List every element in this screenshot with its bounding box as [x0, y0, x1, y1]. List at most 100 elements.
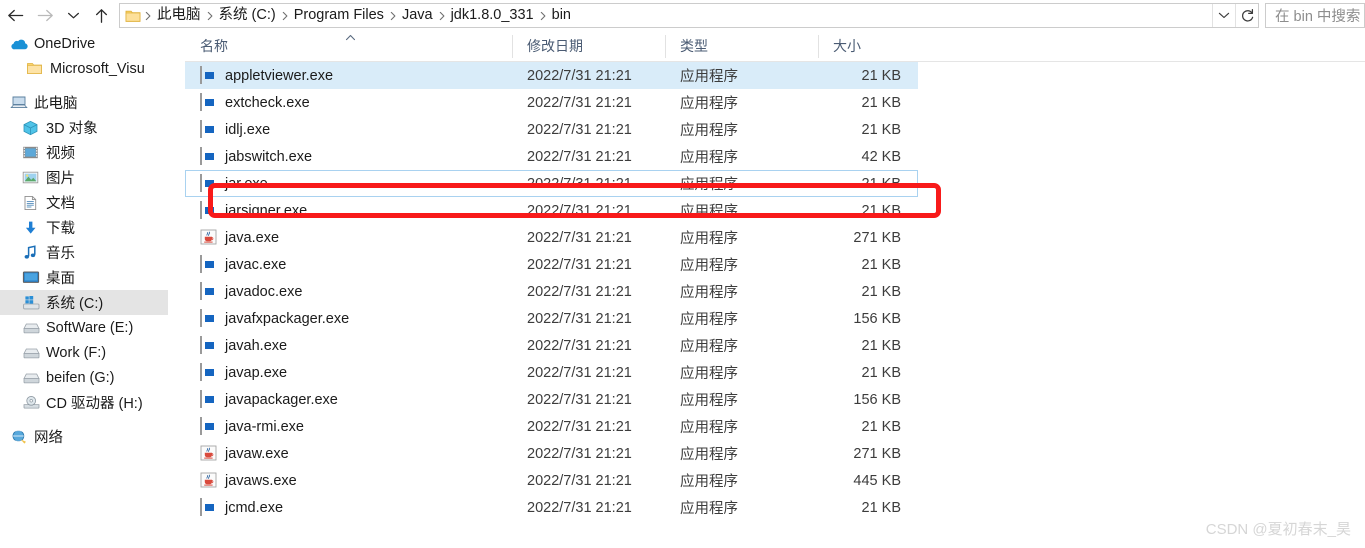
sidebar-item-onedrive[interactable]: OneDrive: [0, 31, 168, 56]
file-name-cell: javafxpackager.exe: [185, 309, 512, 327]
file-size-cell: 21 KB: [861, 175, 902, 192]
file-date-cell: 2022/7/31 21:21: [527, 391, 632, 408]
sidebar-item-label: 下载: [46, 221, 75, 237]
sidebar-item-documents[interactable]: 文档: [0, 190, 168, 215]
file-row[interactable]: javah.exe 2022/7/31 21:21 应用程序 21 KB: [185, 332, 918, 359]
file-name-cell: extcheck.exe: [185, 93, 512, 111]
breadcrumb-item-3[interactable]: Java: [398, 4, 437, 27]
cd-drive-icon: [22, 393, 44, 413]
documents-icon: [22, 193, 44, 213]
sidebar-item-videos[interactable]: 视频: [0, 140, 168, 165]
sidebar-item-cd-drive-h[interactable]: CD 驱动器 (H:): [0, 390, 168, 415]
sidebar-item-beifen-g[interactable]: beifen (G:): [0, 365, 168, 390]
file-type-cell: 应用程序: [680, 177, 738, 193]
file-date-cell: 2022/7/31 21:21: [527, 364, 632, 381]
file-row[interactable]: jabswitch.exe 2022/7/31 21:21 应用程序 42 KB: [185, 143, 918, 170]
file-row[interactable]: idlj.exe 2022/7/31 21:21 应用程序 21 KB: [185, 116, 918, 143]
file-size-cell: 21 KB: [861, 256, 902, 273]
sidebar-item-desktop[interactable]: 桌面: [0, 265, 168, 290]
file-row[interactable]: appletviewer.exe 2022/7/31 21:21 应用程序 21 KB: [185, 62, 918, 89]
sidebar-item-label: CD 驱动器 (H:): [46, 396, 143, 412]
file-row[interactable]: javap.exe 2022/7/31 21:21 应用程序 21 KB: [185, 359, 918, 386]
file-row[interactable]: extcheck.exe 2022/7/31 21:21 应用程序 21 KB: [185, 89, 918, 116]
file-row[interactable]: javaw.exe 2022/7/31 21:21 应用程序 271 KB: [185, 440, 918, 467]
java-icon: [200, 445, 217, 462]
column-header-name[interactable]: 名称: [185, 31, 512, 62]
column-header-label: 大小: [833, 38, 861, 54]
column-header-label: 类型: [680, 38, 708, 54]
breadcrumb-item-2[interactable]: Program Files: [290, 4, 388, 27]
drive-icon: [22, 343, 44, 363]
java-icon: [200, 229, 217, 246]
folder-icon: [123, 9, 143, 23]
file-name-cell: appletviewer.exe: [185, 66, 512, 84]
refresh-button[interactable]: [1236, 4, 1258, 27]
file-name-label: javafxpackager.exe: [225, 310, 350, 327]
address-dropdown-button[interactable]: [1213, 4, 1235, 27]
sidebar-item-microsoft-visual[interactable]: Microsoft_Visu: [0, 56, 168, 81]
ascending-sort-icon: [345, 33, 356, 44]
file-name-label: java-rmi.exe: [225, 418, 304, 435]
sidebar-item-software-e[interactable]: SoftWare (E:): [0, 315, 168, 340]
file-name-cell: jabswitch.exe: [185, 147, 512, 165]
file-date-cell: 2022/7/31 21:21: [527, 175, 632, 192]
file-type-cell: 应用程序: [680, 474, 738, 490]
file-name-label: javah.exe: [225, 337, 288, 354]
file-name-cell: idlj.exe: [185, 120, 512, 138]
address-bar[interactable]: 此电脑 系统 (C:) Program Files Java jdk1.8.0_…: [119, 3, 1259, 28]
file-name-cell: javaws.exe: [185, 472, 512, 489]
file-name-label: idlj.exe: [225, 121, 271, 138]
file-row[interactable]: jcmd.exe 2022/7/31 21:21 应用程序 21 KB: [185, 494, 918, 521]
sidebar-item-label: 桌面: [46, 271, 75, 287]
sidebar-item-this-pc[interactable]: 此电脑: [0, 90, 168, 115]
sidebar-item-label: Work (F:): [46, 344, 107, 361]
breadcrumb-item-5[interactable]: bin: [548, 4, 575, 27]
file-row[interactable]: jar.exe 2022/7/31 21:21 应用程序 21 KB: [185, 170, 918, 197]
file-date-cell: 2022/7/31 21:21: [527, 418, 632, 435]
file-size-cell: 156 KB: [853, 391, 901, 408]
sidebar-item-music[interactable]: 音乐: [0, 240, 168, 265]
file-type-cell: 应用程序: [680, 393, 738, 409]
sidebar-item-pictures[interactable]: 图片: [0, 165, 168, 190]
file-row[interactable]: java.exe 2022/7/31 21:21 应用程序 271 KB: [185, 224, 918, 251]
sidebar-item-downloads[interactable]: 下载: [0, 215, 168, 240]
file-size-cell: 21 KB: [861, 499, 902, 516]
sidebar-item-network[interactable]: 网络: [0, 424, 168, 449]
column-header-label: 修改日期: [527, 38, 583, 54]
file-name-cell: jar.exe: [185, 174, 512, 192]
recent-locations-button[interactable]: [60, 2, 86, 30]
column-header-row: 名称 修改日期 类型 大小: [185, 31, 1365, 62]
search-input[interactable]: 在 bin 中搜索: [1265, 3, 1365, 28]
file-row[interactable]: javafxpackager.exe 2022/7/31 21:21 应用程序 156…: [185, 305, 918, 332]
column-header-type[interactable]: 类型: [665, 31, 818, 62]
breadcrumb-item-4[interactable]: jdk1.8.0_331: [447, 4, 538, 27]
file-size-cell: 271 KB: [853, 445, 901, 462]
file-row[interactable]: javac.exe 2022/7/31 21:21 应用程序 21 KB: [185, 251, 918, 278]
forward-button[interactable]: [30, 2, 60, 30]
sidebar-item-3d-objects[interactable]: 3D 对象: [0, 115, 168, 140]
sidebar-item-work-f[interactable]: Work (F:): [0, 340, 168, 365]
file-row[interactable]: java-rmi.exe 2022/7/31 21:21 应用程序 21 KB: [185, 413, 918, 440]
file-row[interactable]: javaws.exe 2022/7/31 21:21 应用程序 445 KB: [185, 467, 918, 494]
up-button[interactable]: [86, 2, 116, 30]
column-header-date-modified[interactable]: 修改日期: [512, 31, 665, 62]
onedrive-icon: [10, 34, 32, 54]
exe-icon: [200, 147, 217, 165]
file-name-cell: javaw.exe: [185, 445, 512, 462]
breadcrumb-item-0[interactable]: 此电脑: [153, 4, 205, 27]
exe-icon: [200, 93, 217, 111]
network-icon: [10, 427, 32, 447]
exe-icon: [200, 120, 217, 138]
file-row[interactable]: javadoc.exe 2022/7/31 21:21 应用程序 21 KB: [185, 278, 918, 305]
file-row[interactable]: jarsigner.exe 2022/7/31 21:21 应用程序 21 KB: [185, 197, 918, 224]
sidebar-item-system-c[interactable]: 系统 (C:): [0, 290, 168, 315]
column-header-size[interactable]: 大小: [818, 31, 918, 62]
file-size-cell: 21 KB: [861, 202, 902, 219]
breadcrumb-item-1[interactable]: 系统 (C:): [215, 4, 280, 27]
file-name-label: extcheck.exe: [225, 94, 310, 111]
file-size-cell: 21 KB: [861, 364, 902, 381]
folder-icon: [26, 59, 48, 79]
back-button[interactable]: [0, 2, 30, 30]
file-row[interactable]: javapackager.exe 2022/7/31 21:21 应用程序 156 K…: [185, 386, 918, 413]
file-type-cell: 应用程序: [680, 204, 738, 220]
